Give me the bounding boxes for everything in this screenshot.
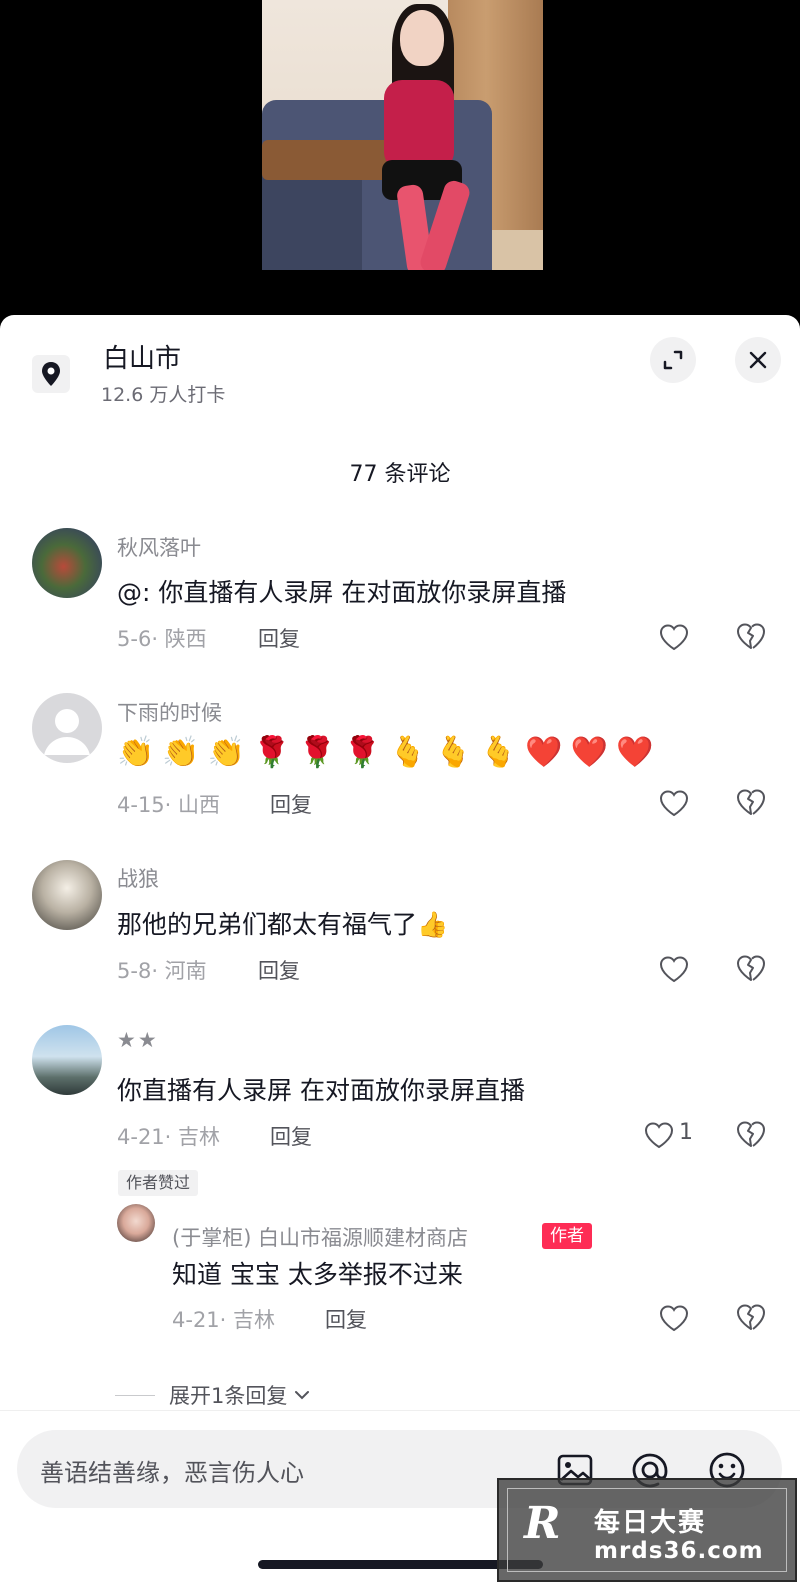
heart-icon bbox=[659, 1305, 689, 1332]
avatar[interactable] bbox=[32, 1025, 102, 1095]
location-title[interactable]: 白山市 bbox=[103, 338, 181, 375]
divider bbox=[115, 1394, 155, 1396]
comment-author[interactable]: ★★ bbox=[117, 1028, 159, 1052]
reply-meta: 4-21· 吉林 bbox=[172, 1308, 276, 1332]
comment-text: 你直播有人录屏 在对面放你录屏直播 bbox=[117, 1076, 525, 1105]
avatar[interactable] bbox=[32, 693, 102, 763]
clap-emoji: 👏 bbox=[207, 735, 246, 770]
location-pin-icon bbox=[32, 355, 70, 393]
broken-heart-icon bbox=[737, 623, 766, 649]
red-heart-emoji: ❤️ bbox=[615, 735, 654, 770]
reply-author[interactable]: (于掌柜) 白山市福源顺建材商店 bbox=[172, 1222, 468, 1252]
reply-text: 知道 宝宝 太多举报不过来 bbox=[172, 1260, 463, 1289]
comment-date: 4-15 bbox=[117, 793, 165, 817]
comment-text: @: 你直播有人录屏 在对面放你录屏直播 bbox=[117, 578, 567, 607]
default-avatar-icon bbox=[44, 709, 90, 755]
rose-emoji: 🌹 bbox=[253, 735, 291, 770]
avatar[interactable] bbox=[32, 860, 102, 930]
dislike-button[interactable] bbox=[735, 621, 769, 653]
location-checkin-count: 12.6 万人打卡 bbox=[101, 384, 226, 406]
comment-input-placeholder: 善语结善缘，恶言伤人心 bbox=[40, 1459, 304, 1487]
post-photo[interactable] bbox=[262, 0, 543, 270]
photo-torso bbox=[384, 80, 454, 170]
finger-heart-emoji: 🫰 bbox=[434, 735, 472, 770]
watermark-name: 每日大赛 bbox=[594, 1508, 707, 1538]
finger-heart-emoji: 🫰 bbox=[479, 735, 518, 770]
reply-button[interactable]: 回复 bbox=[258, 623, 300, 653]
comment-region: 吉林 bbox=[178, 1125, 221, 1149]
photo-figure bbox=[362, 4, 473, 270]
chevron-down-icon bbox=[295, 1391, 310, 1400]
comment-author[interactable]: 下雨的时候 bbox=[117, 697, 222, 727]
red-heart-emoji: ❤️ bbox=[525, 735, 563, 770]
comment-meta: 4-15· 山西 bbox=[117, 793, 221, 817]
like-button[interactable] bbox=[658, 953, 692, 985]
broken-heart-icon bbox=[737, 1304, 766, 1330]
expand-button[interactable] bbox=[650, 337, 696, 383]
finger-heart-emoji: 🫰 bbox=[389, 735, 427, 770]
avatar[interactable] bbox=[117, 1204, 155, 1242]
video-background[interactable] bbox=[0, 0, 800, 320]
expand-icon bbox=[663, 350, 683, 370]
comment-meta: 5-8· 河南 bbox=[117, 959, 207, 983]
comment-meta: 4-21· 吉林 bbox=[117, 1125, 221, 1149]
dislike-button[interactable] bbox=[735, 1119, 769, 1151]
comment-date: 5-6 bbox=[117, 627, 152, 651]
broken-heart-icon bbox=[737, 789, 766, 815]
clap-emoji: 👏 bbox=[117, 735, 155, 770]
reply-date: 4-21 bbox=[172, 1308, 220, 1332]
heart-icon bbox=[644, 1122, 674, 1149]
like-count: 1 bbox=[679, 1120, 693, 1145]
reply-button[interactable]: 回复 bbox=[270, 789, 312, 819]
photo-head bbox=[400, 10, 444, 66]
broken-heart-icon bbox=[737, 955, 766, 981]
expand-replies-button[interactable]: 展开1条回复 bbox=[115, 1380, 313, 1410]
dislike-button[interactable] bbox=[735, 953, 769, 985]
avatar[interactable] bbox=[32, 528, 102, 598]
author-tag-badge: 作者 bbox=[542, 1223, 592, 1249]
like-button[interactable] bbox=[658, 1302, 692, 1334]
reply-button[interactable]: 回复 bbox=[270, 1121, 312, 1151]
comment-region: 陕西 bbox=[164, 627, 207, 651]
author-liked-badge: 作者赞过 bbox=[118, 1170, 199, 1196]
like-button[interactable] bbox=[643, 1119, 677, 1151]
comment-region: 河南 bbox=[164, 959, 207, 983]
red-heart-emoji: ❤️ bbox=[570, 735, 608, 770]
expand-replies-label: 展开1条回复 bbox=[169, 1384, 288, 1408]
dislike-button[interactable] bbox=[735, 1302, 769, 1334]
rose-emoji: 🌹 bbox=[343, 735, 382, 770]
clap-emoji: 👏 bbox=[162, 735, 200, 770]
close-button[interactable] bbox=[735, 337, 781, 383]
broken-heart-icon bbox=[737, 1121, 766, 1147]
comment-author[interactable]: 战狼 bbox=[117, 863, 159, 893]
like-button[interactable] bbox=[658, 621, 692, 653]
reply-button[interactable]: 回复 bbox=[258, 955, 300, 985]
comment-text: 那他的兄弟们都太有福气了👍 bbox=[117, 910, 449, 939]
heart-icon bbox=[659, 956, 689, 983]
comment-author[interactable]: 秋风落叶 bbox=[117, 532, 201, 562]
comment-meta: 5-6· 陕西 bbox=[117, 627, 207, 651]
watermark-url: mrds36.com bbox=[594, 1538, 764, 1564]
comment-date: 5-8 bbox=[117, 959, 152, 983]
comment-emoji-row: 👏 👏 👏 🌹 🌹 🌹 🫰 🫰 🫰 ❤️ ❤️ ❤️ bbox=[117, 735, 653, 770]
dislike-button[interactable] bbox=[735, 787, 769, 819]
reply-button[interactable]: 回复 bbox=[325, 1304, 367, 1334]
comment-count-header: 77 条评论 bbox=[349, 462, 451, 487]
rose-emoji: 🌹 bbox=[298, 735, 336, 770]
like-button[interactable] bbox=[658, 787, 692, 819]
comment-date: 4-21 bbox=[117, 1125, 165, 1149]
heart-icon bbox=[659, 790, 689, 817]
comment-region: 山西 bbox=[178, 793, 221, 817]
close-icon bbox=[749, 351, 767, 369]
watermark: R 每日大赛 mrds36.com bbox=[497, 1478, 797, 1582]
reply-region: 吉林 bbox=[233, 1308, 276, 1332]
heart-icon bbox=[659, 624, 689, 651]
watermark-logo: R bbox=[524, 1498, 561, 1549]
